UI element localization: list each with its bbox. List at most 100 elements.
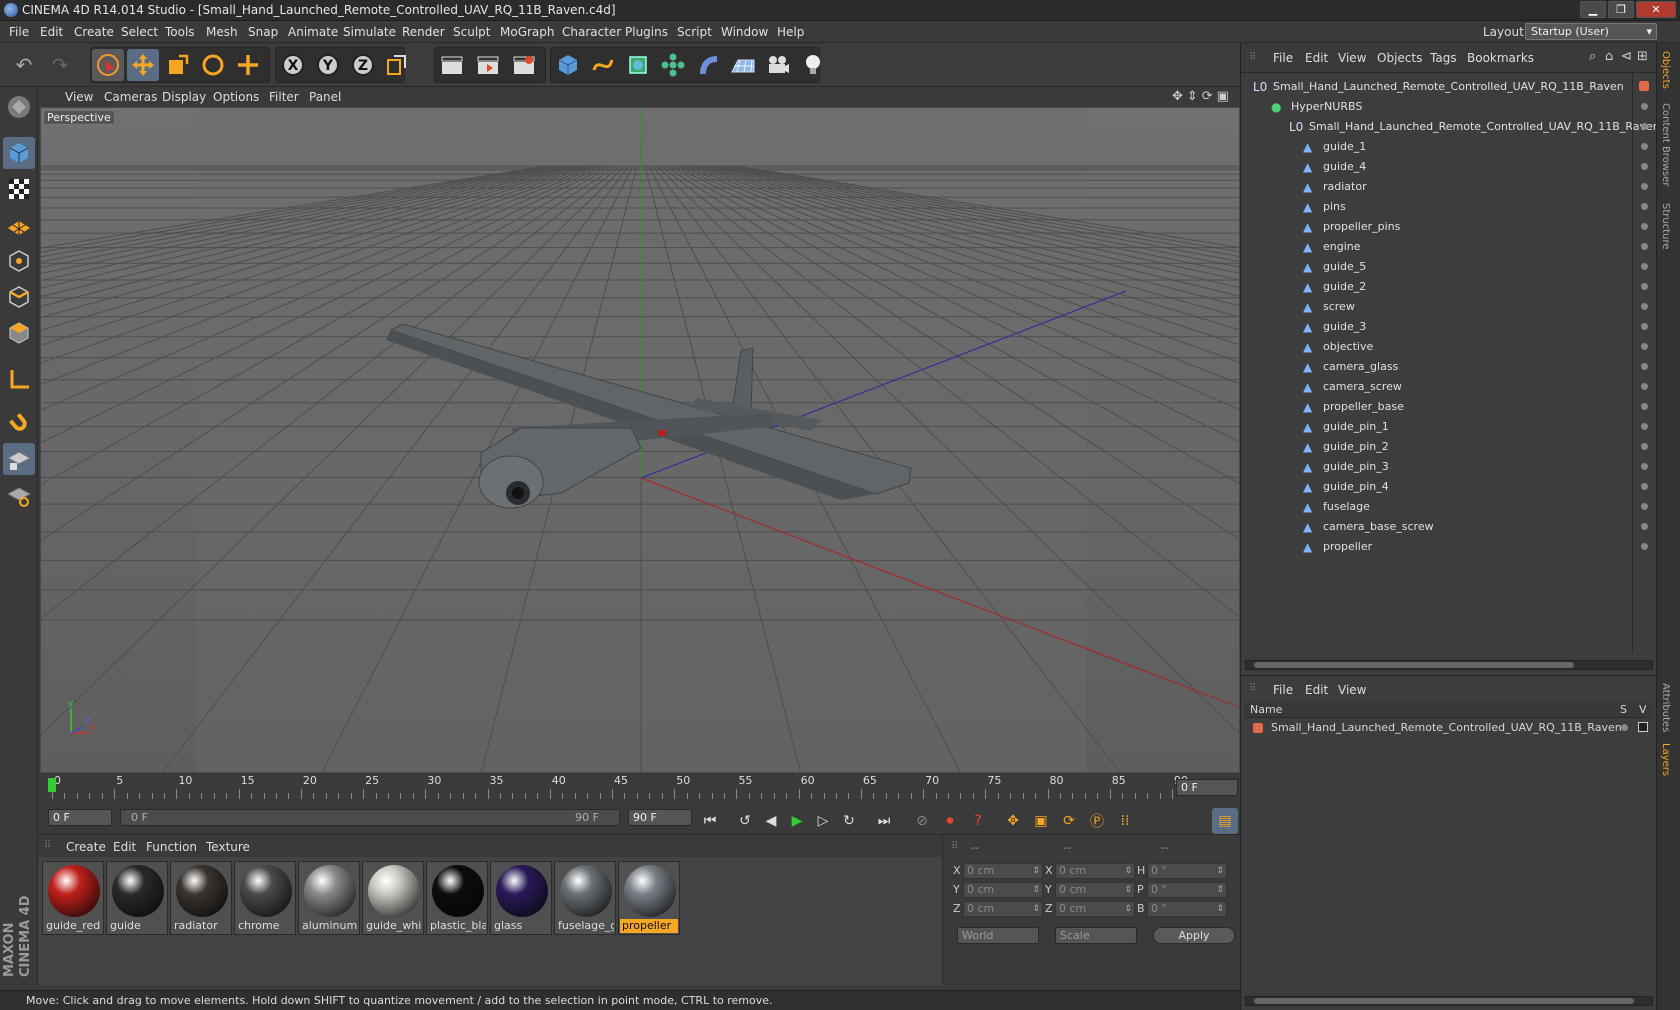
object-item-guide-2[interactable]: ▲ guide_2 — [1241, 277, 1648, 297]
autokey-button[interactable]: ⏺ — [937, 808, 963, 834]
coord-value-field[interactable]: 0 ° — [1147, 901, 1227, 917]
layer-visible-toggle[interactable] — [1638, 722, 1648, 732]
points-mode-button[interactable] — [3, 245, 35, 277]
material-plastic-bla[interactable]: plastic_bla — [426, 861, 488, 935]
objects-menu-view[interactable]: View — [1338, 51, 1366, 65]
object-item-guide-5[interactable]: ▲ guide_5 — [1241, 257, 1648, 277]
render-picture-viewer-button[interactable] — [472, 49, 504, 81]
visibility-dot[interactable] — [1641, 223, 1648, 230]
menu-window[interactable]: Window — [721, 25, 768, 39]
z-axis-button[interactable]: Z — [347, 49, 379, 81]
coord-value-field[interactable]: 0 cm — [963, 863, 1043, 879]
recent-tools-button[interactable] — [232, 49, 264, 81]
search-icon[interactable]: ⌕ — [1589, 49, 1596, 64]
layer-name[interactable]: Small_Hand_Launched_Remote_Controlled_UA… — [1271, 721, 1622, 734]
viewport-menu-cameras[interactable]: Cameras — [104, 90, 157, 104]
material-menu-edit[interactable]: Edit — [113, 840, 136, 854]
object-item-camera-screw[interactable]: ▲ camera_screw — [1241, 377, 1648, 397]
timeline-window-button[interactable]: ▤ — [1212, 808, 1238, 834]
play-button[interactable]: ▶ — [784, 808, 810, 834]
new-window-icon[interactable]: ⊞ — [1637, 49, 1648, 64]
material-guide-red[interactable]: guide_red — [42, 861, 104, 935]
layer-tag-icon[interactable] — [1639, 81, 1649, 91]
visibility-dot[interactable] — [1641, 143, 1648, 150]
object-name[interactable]: objective — [1323, 340, 1373, 353]
material-menu-texture[interactable]: Texture — [206, 840, 250, 854]
visibility-dot[interactable] — [1641, 263, 1648, 270]
viewport-menu-view[interactable]: View — [65, 90, 93, 104]
menu-character[interactable]: Character — [562, 25, 621, 39]
material-aluminum[interactable]: aluminum — [298, 861, 360, 935]
scale-button[interactable] — [162, 49, 194, 81]
visibility-dot[interactable] — [1641, 443, 1648, 450]
menu-create[interactable]: Create — [74, 25, 114, 39]
material-fuselage-g[interactable]: fuselage_g — [554, 861, 616, 935]
object-name[interactable]: pins — [1323, 200, 1346, 213]
coord-system-select[interactable]: World — [957, 927, 1039, 944]
maximize-button[interactable]: ❐ — [1608, 1, 1634, 18]
visibility-dot[interactable] — [1641, 183, 1648, 190]
visibility-dot[interactable] — [1641, 203, 1648, 210]
object-item-screw[interactable]: ▲ screw — [1241, 297, 1648, 317]
light-button[interactable] — [797, 49, 829, 81]
object-item-engine[interactable]: ▲ engine — [1241, 237, 1648, 257]
array-button[interactable] — [657, 49, 689, 81]
visibility-dot[interactable] — [1641, 163, 1648, 170]
spline-button[interactable] — [587, 49, 619, 81]
key-scale-button[interactable]: ▣ — [1028, 808, 1054, 834]
object-name[interactable]: propeller_pins — [1323, 220, 1400, 233]
coord-value-field[interactable]: 0 cm — [963, 901, 1043, 917]
menu-simulate[interactable]: Simulate — [343, 25, 396, 39]
object-item-objective[interactable]: ▲ objective — [1241, 337, 1648, 357]
object-item-camera-base-screw[interactable]: ▲ camera_base_screw — [1241, 517, 1648, 537]
viewport-menu-display[interactable]: Display — [162, 90, 206, 104]
object-item-guide-pin-2[interactable]: ▲ guide_pin_2 — [1241, 437, 1648, 457]
camera-button[interactable] — [762, 49, 794, 81]
render-view-button[interactable] — [436, 49, 468, 81]
viewport-menu-options[interactable]: Options — [213, 90, 259, 104]
layers-menu-file[interactable]: File — [1273, 683, 1293, 697]
coord-value-field[interactable]: 0 ° — [1147, 882, 1227, 898]
visibility-dot[interactable] — [1641, 463, 1648, 470]
object-item-guide-3[interactable]: ▲ guide_3 — [1241, 317, 1648, 337]
object-name[interactable]: camera_glass — [1323, 360, 1398, 373]
visibility-dot[interactable] — [1641, 503, 1648, 510]
object-item-propeller-base[interactable]: ▲ propeller_base — [1241, 397, 1648, 417]
rotate-button[interactable] — [197, 49, 229, 81]
render-settings-button[interactable] — [508, 49, 540, 81]
menu-mograph[interactable]: MoGraph — [500, 25, 555, 39]
object-item-guide-1[interactable]: ▲ guide_1 — [1241, 137, 1648, 157]
viewport-nav-icons[interactable]: ✥⇕⟳▣ — [1172, 89, 1233, 104]
object-name[interactable]: camera_base_screw — [1323, 520, 1434, 533]
current-frame-field[interactable]: 0 F — [1176, 779, 1238, 796]
object-name[interactable]: Small_Hand_Launched_Remote_Controlled_UA… — [1273, 80, 1624, 93]
object-item-guide-4[interactable]: ▲ guide_4 — [1241, 157, 1648, 177]
polygons-mode-button[interactable] — [3, 317, 35, 349]
material-chrome[interactable]: chrome — [234, 861, 296, 935]
object-item-guide-pin-4[interactable]: ▲ guide_pin_4 — [1241, 477, 1648, 497]
layers-menu-view[interactable]: View — [1338, 683, 1366, 697]
object-name[interactable]: guide_1 — [1323, 140, 1366, 153]
x-axis-button[interactable]: X — [277, 49, 309, 81]
cube-primitive-button[interactable] — [552, 49, 584, 81]
coord-value-field[interactable]: 0 cm — [963, 882, 1043, 898]
model-mode-button[interactable] — [3, 137, 35, 169]
menu-plugins[interactable]: Plugins — [625, 25, 668, 39]
material-guide[interactable]: guide — [106, 861, 168, 935]
y-axis-button[interactable]: Y — [312, 49, 344, 81]
objects-menu-edit[interactable]: Edit — [1305, 51, 1328, 65]
object-name[interactable]: guide_pin_2 — [1323, 440, 1389, 453]
next-key-button[interactable]: ↻ — [836, 808, 862, 834]
material-menu-function[interactable]: Function — [146, 840, 197, 854]
visibility-dot[interactable] — [1641, 123, 1648, 130]
menu-render[interactable]: Render — [402, 25, 445, 39]
coord-value-field[interactable]: 0 ° — [1147, 863, 1227, 879]
key-position-button[interactable]: ✥ — [1000, 808, 1026, 834]
layer-solo-toggle[interactable] — [1621, 724, 1628, 731]
workplane-lock-button[interactable] — [3, 443, 35, 475]
playhead[interactable] — [48, 778, 56, 792]
visibility-dot[interactable] — [1641, 283, 1648, 290]
object-name[interactable]: guide_2 — [1323, 280, 1366, 293]
coordinate-system-button[interactable] — [380, 49, 412, 81]
visibility-dot[interactable] — [1641, 483, 1648, 490]
